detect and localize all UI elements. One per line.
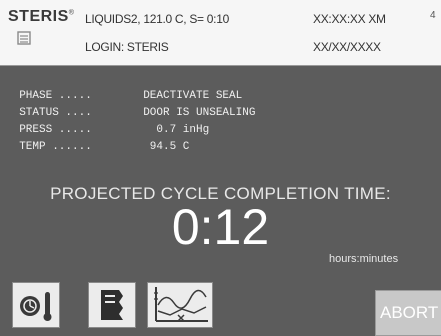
- clock-date: XX/XX/XXXX: [313, 40, 381, 54]
- steris-logo-icon: [17, 31, 31, 45]
- clock-time: XX:XX:XX XM: [313, 12, 386, 26]
- status-row-phase: PHASE ..... DEACTIVATE SEAL: [6, 78, 242, 102]
- status-row-temp: TEMP ...... 94.5 C: [6, 129, 189, 153]
- temperature-gauge-icon: [20, 292, 52, 321]
- login-info: LOGIN: STERIS: [85, 40, 169, 54]
- projected-completion-time: 0:12: [171, 199, 270, 255]
- time-units-label: hours:minutes: [329, 253, 399, 265]
- graph-button[interactable]: [147, 282, 213, 328]
- graph-icon: [154, 287, 208, 322]
- cycle-info: LIQUIDS2, 121.0 C, S= 0:10: [85, 12, 229, 26]
- document-icon: [101, 290, 123, 320]
- brand-logo: STERIS®: [8, 8, 75, 25]
- status-label: TEMP ......: [19, 141, 92, 153]
- temperature-button[interactable]: [12, 282, 60, 328]
- report-button[interactable]: [88, 282, 136, 328]
- abort-button[interactable]: ABORT: [375, 290, 441, 336]
- page-number: 4: [430, 10, 436, 21]
- status-row-status: STATUS .... DOOR IS UNSEALING: [6, 95, 255, 119]
- status-value: 94.5 C: [143, 141, 190, 153]
- status-row-press: PRESS ..... 0.7 inHg: [6, 112, 209, 136]
- header-bar: STERIS® LIQUIDS2, 121.0 C, S= 0:10 LOGIN…: [0, 0, 441, 66]
